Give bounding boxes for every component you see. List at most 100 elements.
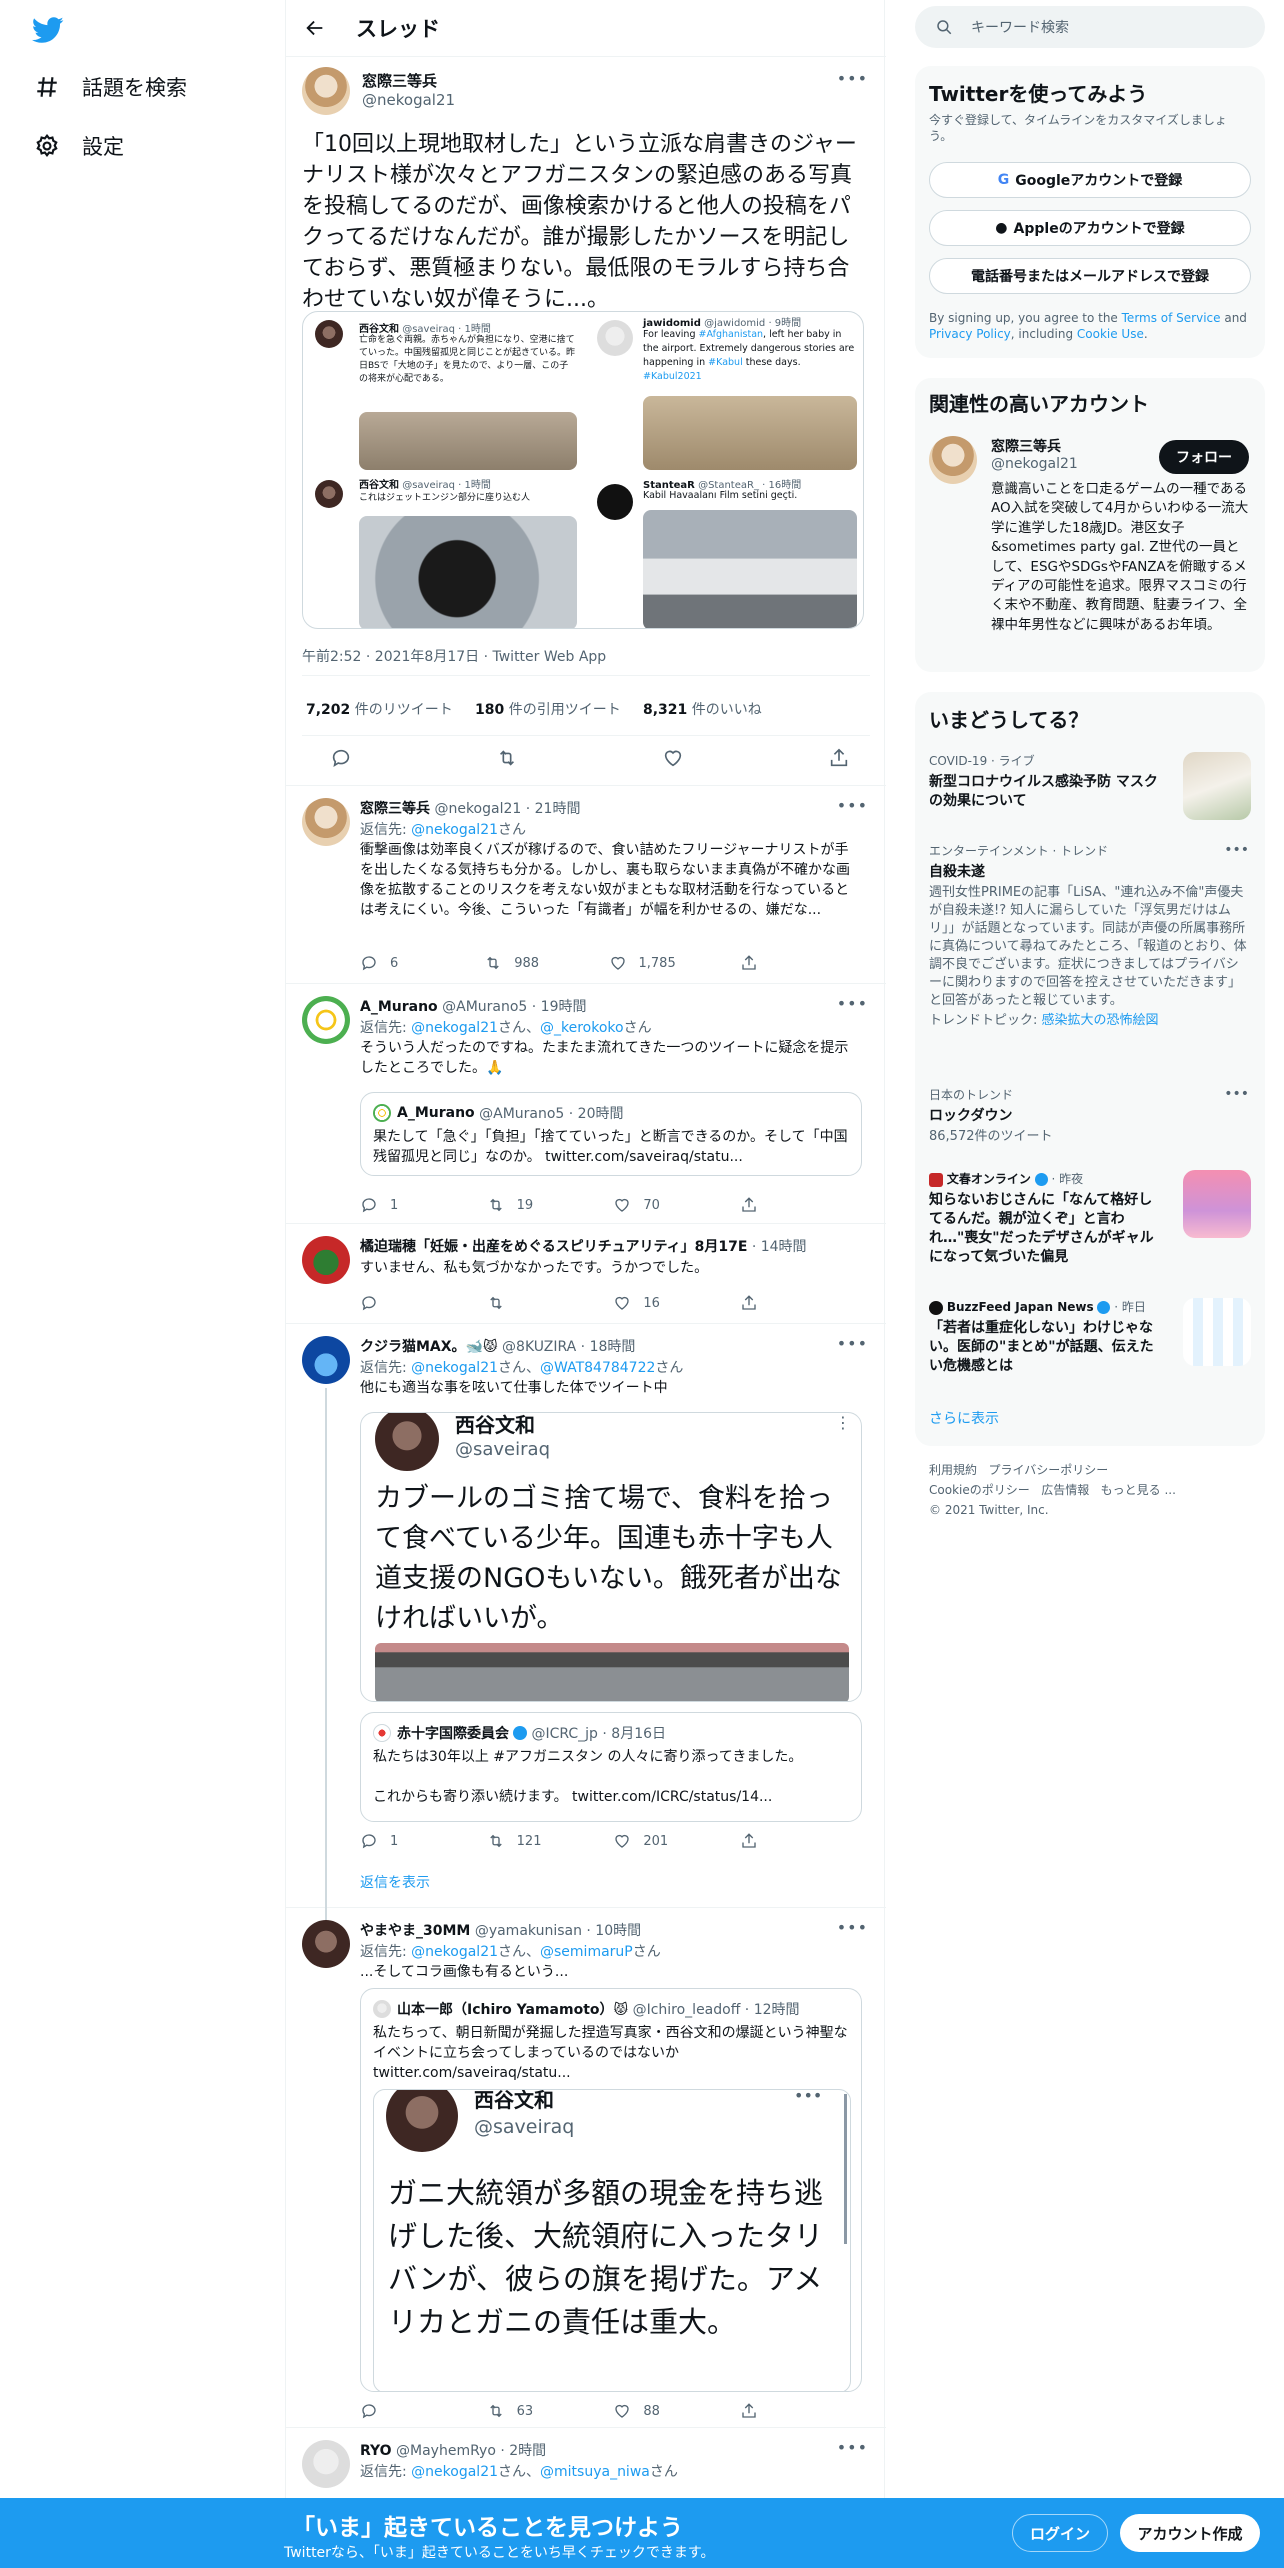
avatar[interactable] (302, 798, 350, 846)
like-action[interactable]: 16 (613, 1294, 673, 1312)
quote-tweet[interactable]: 赤十字国際委員会 @ICRC_jp · 8月16日 私たちは30年以上 #アフガ… (360, 1712, 862, 1822)
share-action[interactable] (740, 2402, 800, 2420)
author-meta[interactable]: · 14時間 (752, 1239, 807, 1255)
avatar[interactable] (929, 436, 977, 484)
nav-explore[interactable]: 話題を検索 (34, 72, 187, 102)
phone-signup-button[interactable]: 電話番号またはメールアドレスで登録 (929, 258, 1251, 294)
reply-icon[interactable] (330, 747, 352, 769)
author-meta[interactable]: @AMurano5 · 19時間 (442, 999, 586, 1015)
likes-stat[interactable]: 8,321 件のいいね (643, 702, 762, 718)
more-options-icon[interactable]: ••• (837, 1918, 868, 1937)
reply-tweet[interactable]: クジラ猫MAX。🐋😾 @8KUZIRA · 18時間 ••• 返信先: @nek… (286, 1324, 886, 1956)
quote-tweet[interactable]: 山本一郎（Ichiro Yamamoto）😾 @Ichiro_leadoff ·… (360, 1988, 862, 2392)
more-options-icon[interactable]: ••• (837, 1334, 868, 1353)
show-replies-link[interactable]: 返信を表示 (360, 1872, 430, 1892)
avatar[interactable] (302, 1236, 350, 1284)
mention-link[interactable]: @semimaruP (540, 1944, 633, 1960)
mention-link[interactable]: @WAT84784722 (540, 1360, 655, 1376)
cookie-link[interactable]: Cookie Use (1077, 327, 1144, 341)
author-name[interactable]: 橘迫瑞穂「妊娠・出産をめぐるスピリチュアリティ」8月17E (360, 1239, 747, 1255)
retweet-action[interactable]: 19 (487, 1196, 547, 1214)
footer-link[interactable]: もっと見る ... (1101, 1483, 1176, 1497)
mention-link[interactable]: @nekogal21 (411, 1020, 498, 1036)
media-cell-c[interactable]: 西谷文和 @saveiraq · 1時間 これはジェットエンジン部分に座り込む人 (303, 472, 583, 628)
author-handle[interactable]: @nekogal21 (362, 91, 455, 109)
mention-link[interactable]: @_kerokoko (540, 1020, 624, 1036)
tweet-timestamp[interactable]: 午前2:52 · 2021年8月17日 · Twitter Web App (302, 646, 606, 666)
signup-button[interactable]: アカウント作成 (1120, 2514, 1260, 2552)
author-name[interactable]: RYO (360, 2443, 392, 2459)
reply-tweet[interactable]: 窓際三等兵 @nekogal21 · 21時間 ••• 返信先: @nekoga… (286, 786, 886, 984)
apple-signup-button[interactable]: ● Appleのアカウントで登録 (929, 210, 1251, 246)
mention-link[interactable]: @nekogal21 (411, 1360, 498, 1376)
author-name[interactable]: A_Murano (360, 999, 438, 1015)
media-cell-d[interactable]: StanteaR @StanteaR_ · 16時間 Kabil Havaala… (585, 472, 863, 628)
like-action[interactable]: 201 (613, 1832, 673, 1850)
retweet-action[interactable]: 121 (487, 1832, 547, 1850)
show-more-link[interactable]: さらに表示 (929, 1408, 999, 1428)
search-input[interactable]: キーワード検索 (971, 17, 1069, 37)
author-name[interactable]: 窓際三等兵 (360, 801, 430, 817)
trend-item[interactable]: エンターテインメント · トレンド ••• 自殺未遂 週刊女性PRIMEの記事「… (929, 842, 1249, 1030)
mention-link[interactable]: @nekogal21 (411, 822, 498, 838)
more-options-icon[interactable]: ••• (837, 2438, 868, 2457)
related-name[interactable]: 窓際三等兵 (991, 436, 1061, 456)
login-button[interactable]: ログイン (1012, 2514, 1108, 2552)
author-name[interactable]: クジラ猫MAX。🐋😾 (360, 1339, 498, 1355)
retweet-action[interactable]: 63 (487, 2402, 547, 2420)
retweet-icon[interactable] (496, 747, 518, 769)
tweet-media[interactable]: 西谷文和 @saveiraq · 1時間 亡命を急ぐ両親。赤ちゃんが負担になり、… (302, 311, 864, 629)
twitter-bird-icon[interactable] (30, 14, 66, 46)
author-meta[interactable]: @nekogal21 · 21時間 (434, 801, 580, 817)
retweet-action[interactable] (487, 1294, 547, 1312)
reply-tweet[interactable]: やまやま_30MM @yamakunisan · 10時間 ••• 返信先: @… (286, 1908, 886, 2428)
author-name[interactable]: やまやま_30MM (360, 1923, 470, 1939)
privacy-link[interactable]: Privacy Policy (929, 327, 1011, 341)
retweets-stat[interactable]: 7,202 件のリツイート (306, 702, 453, 718)
avatar[interactable] (302, 1920, 350, 1968)
like-icon[interactable] (662, 747, 684, 769)
reply-tweet[interactable]: A_Murano @AMurano5 · 19時間 ••• 返信先: @neko… (286, 984, 886, 1224)
mention-link[interactable]: @mitsuya_niwa (540, 2464, 650, 2480)
search-box[interactable]: キーワード検索 (915, 6, 1265, 48)
google-signup-button[interactable]: G Googleアカウントで登録 (929, 162, 1251, 198)
avatar[interactable] (302, 67, 350, 115)
footer-link[interactable]: 利用規約 (929, 1463, 977, 1477)
reply-action[interactable]: 6 (360, 954, 420, 972)
share-action[interactable] (740, 1832, 800, 1850)
share-action[interactable] (740, 1196, 800, 1214)
reply-action[interactable]: 1 (360, 1832, 420, 1850)
author-meta[interactable]: @yamakunisan · 10時間 (475, 1923, 641, 1939)
mention-link[interactable]: @nekogal21 (411, 2464, 498, 2480)
media-cell-b[interactable]: jawidomid @jawidomid · 9時間 For leaving #… (585, 312, 863, 470)
more-options-icon[interactable]: ••• (837, 69, 868, 88)
avatar[interactable] (302, 996, 350, 1044)
reply-action[interactable]: 1 (360, 1196, 420, 1214)
mention-link[interactable]: @nekogal21 (411, 1944, 498, 1960)
footer-link[interactable]: プライバシーポリシー (988, 1463, 1108, 1477)
author-name[interactable]: 窓際三等兵 (362, 70, 437, 91)
media-cell-a[interactable]: 西谷文和 @saveiraq · 1時間 亡命を急ぐ両親。赤ちゃんが負担になり、… (303, 312, 583, 470)
back-arrow-icon[interactable] (304, 17, 326, 39)
like-action[interactable]: 70 (613, 1196, 673, 1214)
follow-button[interactable]: フォロー (1159, 440, 1249, 474)
like-action[interactable]: 88 (613, 2402, 673, 2420)
footer-link[interactable]: 広告情報 (1041, 1483, 1089, 1497)
share-icon[interactable] (828, 747, 850, 769)
avatar[interactable] (302, 1336, 350, 1384)
more-options-icon[interactable]: ••• (837, 994, 868, 1013)
quotes-stat[interactable]: 180 件の引用ツイート (475, 702, 621, 718)
reply-action[interactable] (360, 1294, 420, 1312)
tos-link[interactable]: Terms of Service (1122, 311, 1221, 325)
more-options-icon[interactable]: ••• (837, 796, 868, 815)
avatar[interactable] (302, 2440, 350, 2488)
author-meta[interactable]: @MayhemRyo · 2時間 (396, 2443, 546, 2459)
nav-settings[interactable]: 設定 (34, 131, 124, 161)
trend-item[interactable]: 日本のトレンド ••• ロックダウン 86,572件のツイート (929, 1086, 1249, 1146)
author-meta[interactable]: @8KUZIRA · 18時間 (502, 1339, 635, 1355)
reply-tweet[interactable]: RYO @MayhemRyo · 2時間 ••• 返信先: @nekogal21… (286, 2428, 886, 2498)
footer-link[interactable]: Cookieのポリシー (929, 1483, 1030, 1497)
quote-tweet[interactable]: A_Murano @AMurano5 · 20時間 果たして「急ぐ」「負担」「捨… (360, 1092, 862, 1176)
share-action[interactable] (740, 1294, 800, 1312)
related-handle[interactable]: @nekogal21 (991, 456, 1078, 472)
